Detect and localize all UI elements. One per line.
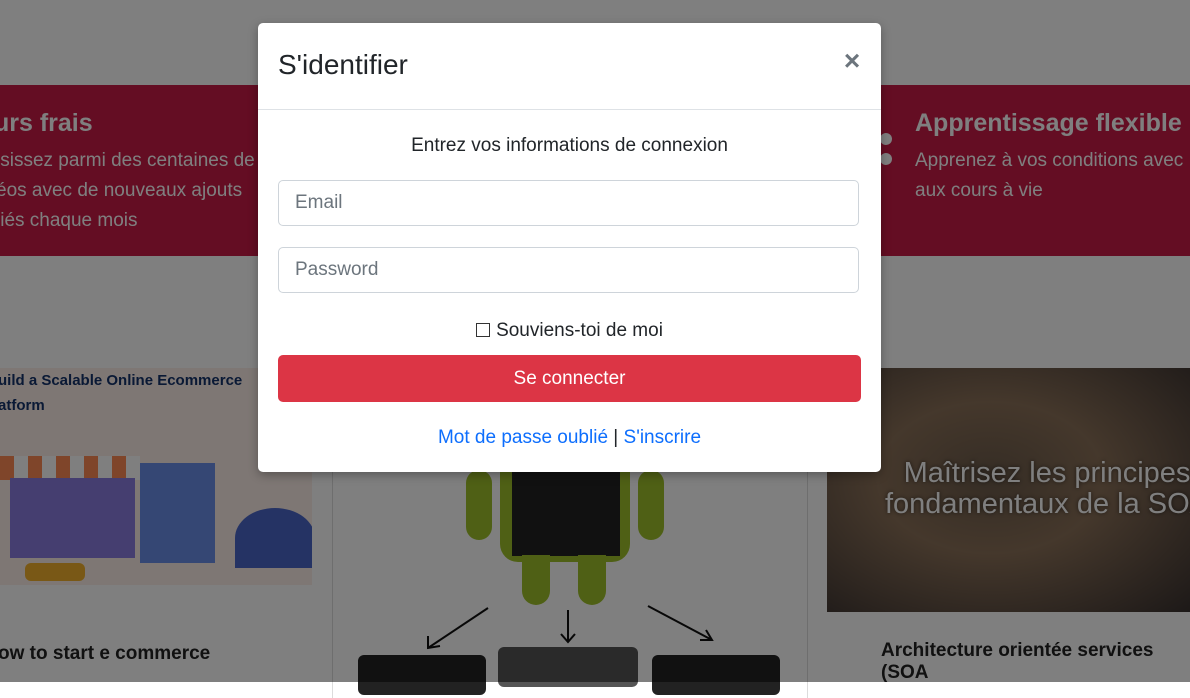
password-field[interactable] [278,247,859,293]
close-icon[interactable]: × [840,47,864,75]
remember-me-row[interactable]: Souviens-toi de moi [258,320,881,342]
links-separator: | [613,427,619,448]
modal-links: Mot de passe oublié | S'inscrire [258,427,881,449]
remember-me-label[interactable]: Souviens-toi de moi [496,320,663,341]
modal-title: S'identifier [278,49,408,80]
forgot-password-link[interactable]: Mot de passe oublié [438,427,608,448]
modal-header: S'identifier × [258,23,881,110]
email-field[interactable] [278,180,859,226]
login-modal: S'identifier × Entrez vos informations d… [258,23,881,472]
signup-link[interactable]: S'inscrire [624,427,702,448]
login-button[interactable]: Se connecter [278,355,861,402]
login-instruction: Entrez vos informations de connexion [411,135,728,156]
remember-me-checkbox[interactable] [476,323,491,337]
